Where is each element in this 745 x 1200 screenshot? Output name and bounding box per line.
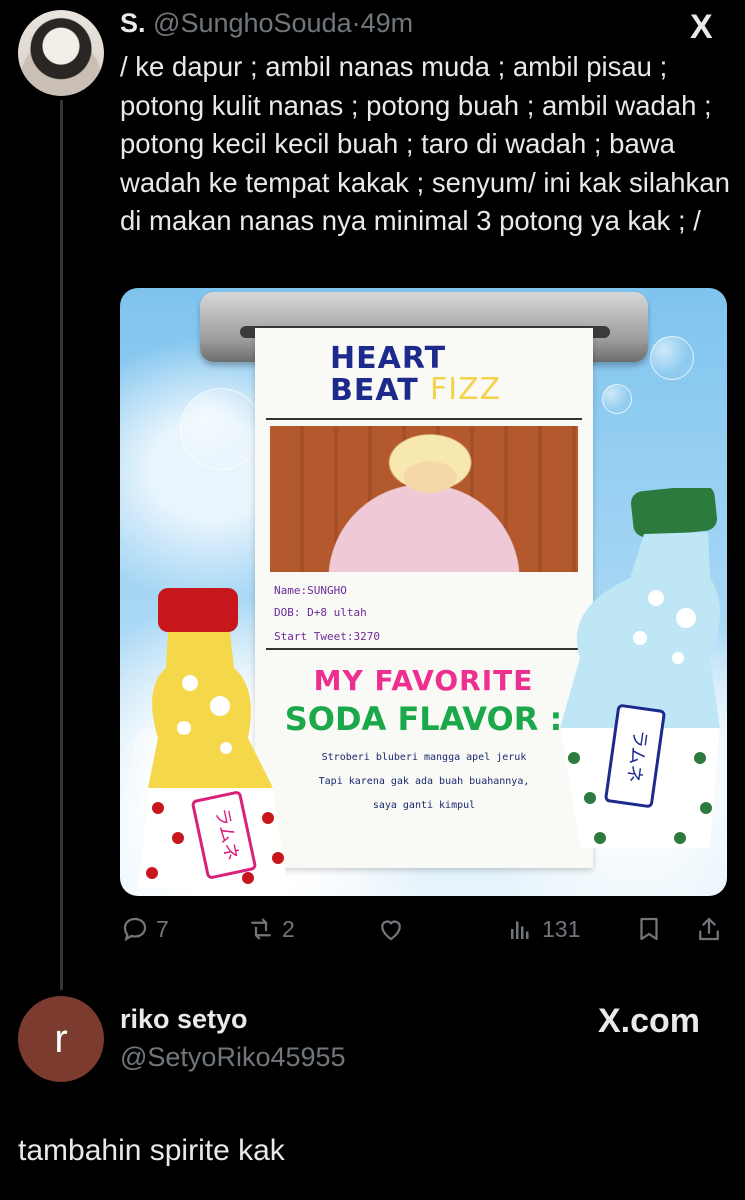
reply-action[interactable]: 7: [120, 914, 169, 944]
repost-count: 2: [282, 915, 295, 942]
author-avatar[interactable]: [18, 10, 104, 96]
flavor-desc-line: Stroberi bluberi mangga apel jeruk: [321, 752, 527, 763]
reply-avatar-letter: r: [54, 1016, 68, 1061]
views-count: 131: [542, 915, 581, 942]
field-value: :SUNGHO: [300, 584, 347, 597]
tweet-text: / ke dapur ; ambil nanas muda ; ambil pi…: [120, 51, 730, 236]
field-value: : D+8 ultah: [293, 606, 367, 619]
receipt-title-fizz: FIZZ: [430, 372, 502, 407]
repost-action[interactable]: 2: [246, 914, 295, 944]
receipt-title-beat: BEAT: [330, 373, 419, 408]
author-display-name[interactable]: S.: [120, 8, 146, 38]
views-action[interactable]: 131: [506, 914, 580, 944]
reply-handle[interactable]: @SetyoRiko45955: [120, 1042, 346, 1073]
tweet-timestamp[interactable]: 49m: [361, 8, 414, 38]
repost-icon: [251, 918, 271, 940]
flavor-desc-line: Tapi karena gak ada buah buahannya,: [318, 776, 530, 787]
field-start-tweet: Start Tweet:3270: [274, 630, 380, 643]
profile-photo: [270, 426, 578, 572]
reply-icon: [123, 917, 147, 942]
divider: [266, 418, 582, 420]
reply-display-name[interactable]: riko setyo: [120, 1004, 248, 1035]
bookmark-action[interactable]: [634, 914, 664, 944]
receipt-torn-edge: [255, 860, 593, 876]
header-separator: ·: [351, 8, 361, 38]
receipt-title-heart: HEART: [330, 341, 447, 376]
field-value: :3270: [346, 630, 380, 643]
author-handle[interactable]: @SunghoSouda: [153, 8, 352, 38]
reply-count: 7: [156, 915, 169, 942]
bubble-decoration: [650, 336, 694, 380]
share-action[interactable]: [694, 914, 724, 944]
bookmark-icon: [640, 917, 658, 941]
bubble-decoration: [180, 388, 262, 470]
like-action[interactable]: [376, 914, 406, 944]
tweet-header: S. @SunghoSouda·49m: [120, 8, 413, 39]
ramune-bottle-right: ラムネ: [560, 488, 720, 848]
flavor-desc-line: saya ganti kimpul: [372, 800, 476, 811]
reply-avatar[interactable]: r: [18, 996, 104, 1082]
tweet-media-image[interactable]: HEART BEAT FIZZ Name:SUNGHO DOB: D+8 ult…: [120, 288, 727, 896]
ramune-bottle-left: ラムネ: [138, 588, 288, 888]
receipt-paper: [255, 328, 593, 868]
share-icon: [699, 917, 719, 941]
divider: [266, 648, 582, 650]
reply-text: tambahin spirite kak: [18, 1134, 285, 1167]
views-icon: [511, 921, 529, 939]
thread-connector-line: [60, 100, 63, 990]
x-logo-icon: X: [690, 8, 713, 46]
bubble-decoration: [602, 384, 632, 414]
xcom-watermark: X.com: [598, 1002, 701, 1040]
heart-icon: [381, 920, 401, 941]
